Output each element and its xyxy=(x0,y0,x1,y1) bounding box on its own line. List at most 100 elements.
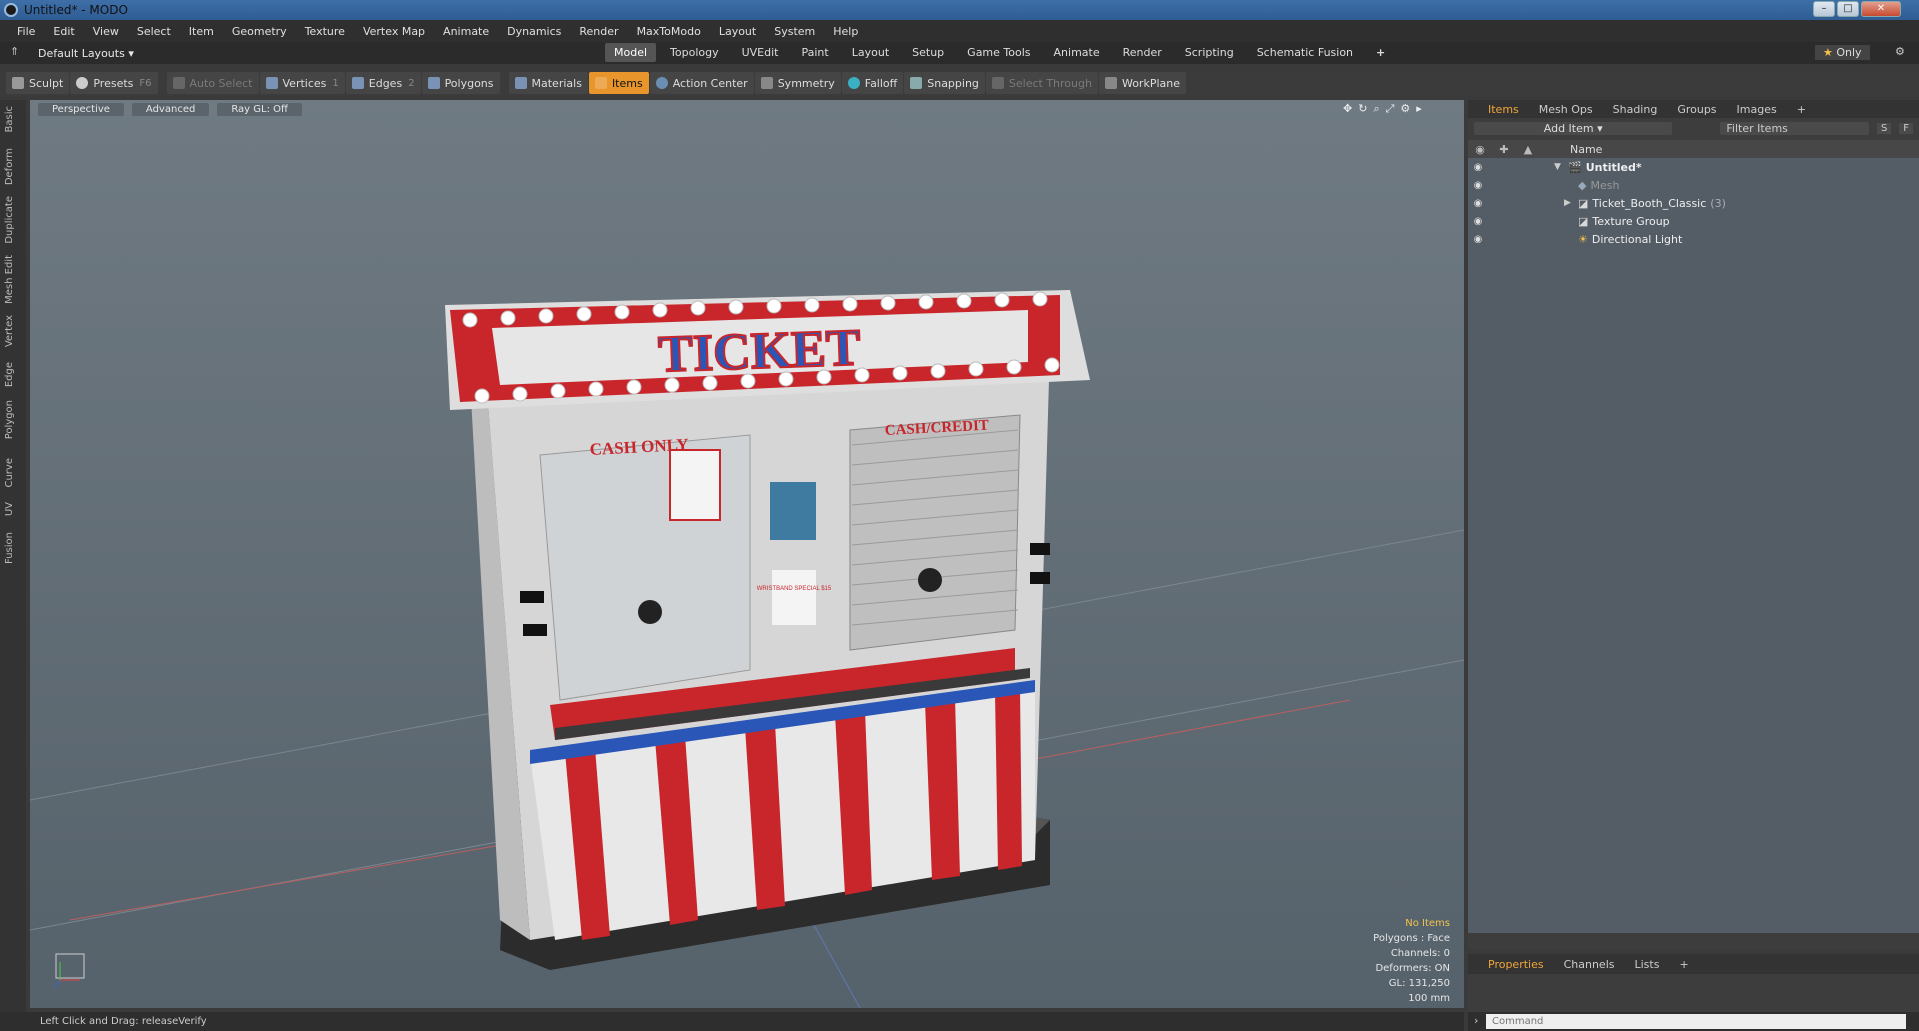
menu-maxtomodo[interactable]: MaxToModo xyxy=(628,25,710,38)
eye-icon[interactable]: ◉ xyxy=(1468,216,1488,227)
vtab-fusion[interactable]: Fusion xyxy=(4,532,15,564)
only-toggle[interactable]: ★ Only xyxy=(1815,45,1870,60)
vtab-edge[interactable]: Edge xyxy=(4,362,15,387)
vtab-uv[interactable]: UV xyxy=(4,502,15,516)
maximize-button[interactable]: □ xyxy=(1837,1,1859,17)
menu-select[interactable]: Select xyxy=(128,25,180,38)
add-tab-button[interactable]: + xyxy=(1367,43,1394,62)
tab-model[interactable]: Model xyxy=(605,43,657,62)
fit-icon[interactable]: ⤢ xyxy=(1386,102,1395,116)
panel-tab-images[interactable]: Images xyxy=(1727,103,1787,116)
eye-icon[interactable]: ◉ xyxy=(1468,162,1488,173)
viewport-gear-icon[interactable]: ⚙ xyxy=(1400,102,1410,116)
snapping-button[interactable]: Snapping xyxy=(904,72,985,94)
materials-button[interactable]: Materials xyxy=(508,72,588,94)
default-layouts-dropdown[interactable]: Default Layouts ▾ xyxy=(38,47,134,60)
view-advanced-button[interactable]: Advanced xyxy=(131,102,210,116)
expand-arrow-icon[interactable]: ▸ xyxy=(1416,102,1422,116)
tab-animate[interactable]: Animate xyxy=(1045,43,1109,62)
eye-icon[interactable]: ◉ xyxy=(1468,234,1488,245)
tab-channels[interactable]: Channels xyxy=(1554,958,1625,971)
minimize-button[interactable]: – xyxy=(1813,1,1835,17)
workplane-button[interactable]: WorkPlane xyxy=(1098,72,1186,94)
filter-items-input[interactable]: Filter Items xyxy=(1720,121,1870,135)
presets-button[interactable]: Presets F6 xyxy=(70,72,158,94)
f-filter-button[interactable]: F xyxy=(1899,122,1914,134)
auto-select-button[interactable]: Auto Select xyxy=(166,72,259,94)
expand-arrow-icon[interactable]: ▶ xyxy=(1564,198,1574,208)
add-item-button[interactable]: Add Item ▾ xyxy=(1474,121,1673,135)
panel-tab-items[interactable]: Items xyxy=(1478,103,1529,116)
layout-arrow-icon[interactable]: ⇑ xyxy=(10,45,19,58)
falloff-button[interactable]: Falloff xyxy=(841,72,904,94)
list-item[interactable]: ◉ ◪ Texture Group xyxy=(1468,212,1919,230)
vertices-label: Vertices xyxy=(282,76,327,90)
tab-lists[interactable]: Lists xyxy=(1625,958,1670,971)
symmetry-button[interactable]: Symmetry xyxy=(754,72,841,94)
vtab-polygon[interactable]: Polygon xyxy=(4,400,15,439)
vtab-deform[interactable]: Deform xyxy=(4,148,15,185)
menu-vertex-map[interactable]: Vertex Map xyxy=(354,25,434,38)
tab-setup[interactable]: Setup xyxy=(903,43,953,62)
vtab-vertex[interactable]: Vertex xyxy=(4,315,15,347)
vtab-duplicate[interactable]: Duplicate xyxy=(4,196,15,244)
items-button[interactable]: Items xyxy=(588,72,649,94)
view-perspective-button[interactable]: Perspective xyxy=(38,102,124,116)
menu-system[interactable]: System xyxy=(765,25,824,38)
menu-texture[interactable]: Texture xyxy=(296,25,354,38)
vtab-basic[interactable]: Basic xyxy=(4,106,15,132)
tab-topology[interactable]: Topology xyxy=(661,43,728,62)
menu-geometry[interactable]: Geometry xyxy=(223,25,296,38)
select-through-button[interactable]: Select Through xyxy=(985,72,1098,94)
polygons-button[interactable]: Polygons xyxy=(421,72,500,94)
tab-schematic-fusion[interactable]: Schematic Fusion xyxy=(1248,43,1362,62)
materials-label: Materials xyxy=(531,76,582,90)
action-center-button[interactable]: Action Center xyxy=(649,72,754,94)
raygl-button[interactable]: Ray GL: Off xyxy=(217,102,302,116)
panel-tab-mesh-ops[interactable]: Mesh Ops xyxy=(1529,103,1603,116)
item-count: (3) xyxy=(1710,196,1726,210)
tab-uvedit[interactable]: UVEdit xyxy=(733,43,788,62)
status-bar: Left Click and Drag: releaseVerify xyxy=(0,1012,1464,1031)
eye-icon[interactable]: ◉ xyxy=(1468,180,1488,191)
tab-paint[interactable]: Paint xyxy=(793,43,838,62)
menu-layout[interactable]: Layout xyxy=(710,25,765,38)
props-add-tab-button[interactable]: + xyxy=(1669,958,1698,971)
menu-item[interactable]: Item xyxy=(180,25,223,38)
menu-file[interactable]: File xyxy=(8,25,44,38)
rotate-icon[interactable]: ↻ xyxy=(1358,102,1367,116)
collapse-arrow-icon[interactable]: ▼ xyxy=(1554,162,1564,172)
s-filter-button[interactable]: S xyxy=(1877,122,1892,134)
menu-render[interactable]: Render xyxy=(570,25,627,38)
tab-layout[interactable]: Layout xyxy=(843,43,898,62)
panel-tab-shading[interactable]: Shading xyxy=(1603,103,1668,116)
vtab-curve[interactable]: Curve xyxy=(4,458,15,488)
list-item[interactable]: ◉ ☀ Directional Light xyxy=(1468,230,1919,248)
eye-icon[interactable]: ◉ xyxy=(1468,198,1488,209)
list-item[interactable]: ◉ ▶ ◪ Ticket_Booth_Classic (3) xyxy=(1468,194,1919,212)
command-input[interactable] xyxy=(1486,1014,1906,1029)
item-label: Ticket_Booth_Classic xyxy=(1592,196,1707,210)
vertices-button[interactable]: Vertices 1 xyxy=(259,72,345,94)
gear-icon[interactable]: ⚙ xyxy=(1895,45,1905,58)
menu-edit[interactable]: Edit xyxy=(44,25,83,38)
move-icon[interactable]: ✥ xyxy=(1343,102,1352,116)
panel-tab-groups[interactable]: Groups xyxy=(1667,103,1726,116)
panel-add-tab-button[interactable]: + xyxy=(1787,103,1816,116)
tab-scripting[interactable]: Scripting xyxy=(1176,43,1243,62)
close-button[interactable]: ✕ xyxy=(1861,1,1901,17)
vtab-mesh-edit[interactable]: Mesh Edit xyxy=(4,255,15,304)
menu-help[interactable]: Help xyxy=(824,25,867,38)
zoom-icon[interactable]: ⌕ xyxy=(1373,102,1379,116)
list-item[interactable]: ◉ ▼ 🎬 Untitled* xyxy=(1468,158,1919,176)
sculpt-button[interactable]: Sculpt xyxy=(6,72,70,94)
tab-game-tools[interactable]: Game Tools xyxy=(958,43,1039,62)
menu-dynamics[interactable]: Dynamics xyxy=(498,25,570,38)
tab-render[interactable]: Render xyxy=(1114,43,1171,62)
edges-button[interactable]: Edges 2 xyxy=(345,72,421,94)
3d-viewport[interactable]: WRISTBAND SPECIAL $15 CASH ONLY CASH/CRE… xyxy=(29,100,1465,1009)
list-item[interactable]: ◉ ◆ Mesh xyxy=(1468,176,1919,194)
menu-animate[interactable]: Animate xyxy=(434,25,498,38)
menu-view[interactable]: View xyxy=(84,25,128,38)
tab-properties[interactable]: Properties xyxy=(1478,958,1554,971)
